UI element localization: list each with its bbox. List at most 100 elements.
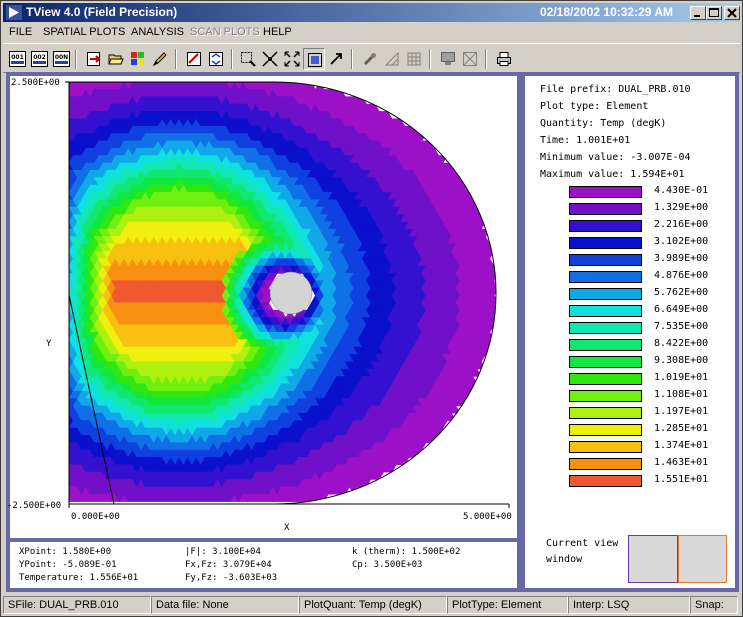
title-bar[interactable]: TView 4.0 (Field Precision) 02/18/2002 1… xyxy=(3,3,740,22)
legend-label: 1.108E+01 xyxy=(654,389,709,400)
zoom-fit-icon xyxy=(308,53,322,67)
probe-fy: Fy,Fz: -3.603E+03 xyxy=(185,573,278,583)
zoom-fit-button[interactable] xyxy=(303,48,325,70)
file-00n-button[interactable]: 00N xyxy=(50,48,72,70)
file-00n-icon: 00N xyxy=(53,51,70,67)
legend-label: 1.329E+00 xyxy=(654,202,709,213)
menu-file[interactable]: FILE xyxy=(9,26,32,38)
legend-swatch xyxy=(569,373,642,385)
legend-label: 7.535E+00 xyxy=(654,321,709,332)
file-002-button[interactable]: 002 xyxy=(28,48,50,70)
zoom-window-icon xyxy=(241,52,256,67)
legend-swatch xyxy=(569,424,642,436)
plot-line-icon xyxy=(187,52,201,66)
display-icon xyxy=(441,52,455,65)
probe-k-therm: k (therm): 1.500E+02 xyxy=(352,547,461,557)
status-plotquant: PlotQuant: Temp (degK) xyxy=(299,596,447,614)
legend-panel: File prefix: DUAL_PRB.010 Plot type: Ele… xyxy=(521,72,739,592)
legend-label: 6.649E+00 xyxy=(654,304,709,315)
plot-type-text: Plot type: Element xyxy=(540,101,649,112)
current-view-label: Current view window xyxy=(546,538,619,565)
file-001-icon: 001 xyxy=(9,51,26,67)
svg-text:001: 001 xyxy=(11,54,24,61)
y-max-label: 2.500E+00 xyxy=(11,78,60,88)
legend-label: 9.308E+00 xyxy=(654,355,709,366)
plot-refresh-icon xyxy=(209,52,223,66)
legend-label: 3.989E+00 xyxy=(654,253,709,264)
legend-swatch xyxy=(569,271,642,283)
file-002-icon: 002 xyxy=(31,51,48,67)
plot-canvas[interactable]: 2.500E+00 -2.500E+00 0.000E+00 5.000E+00… xyxy=(7,76,517,538)
legend-swatch xyxy=(569,390,642,402)
zoom-out-icon xyxy=(284,51,300,67)
open-folder-button[interactable] xyxy=(105,48,127,70)
legend-label: 5.762E+00 xyxy=(654,287,709,298)
legend-swatch xyxy=(569,458,642,470)
x-axis-label: X xyxy=(284,523,290,533)
status-plottype: PlotType: Element xyxy=(447,596,568,614)
menu-analysis[interactable]: ANALYSIS xyxy=(131,26,184,38)
app-window: TView 4.0 (Field Precision) 02/18/2002 1… xyxy=(0,0,743,617)
zoom-window-button[interactable] xyxy=(237,48,259,70)
legend-label: 3.102E+00 xyxy=(654,236,709,247)
legend-label: 2.216E+00 xyxy=(654,219,709,230)
pan-button[interactable] xyxy=(325,48,347,70)
max-value-text: Maximum value: 1.594E+01 xyxy=(540,169,685,180)
temperature-contour-plot[interactable] xyxy=(10,76,517,538)
printer-icon xyxy=(497,52,511,66)
maximize-button[interactable] xyxy=(706,6,722,20)
current-view-box[interactable] xyxy=(628,535,678,583)
export-button[interactable] xyxy=(83,48,105,70)
print-button[interactable] xyxy=(493,48,515,70)
x-min-label: 0.000E+00 xyxy=(71,512,120,522)
probe-field-magnitude: |F|: 3.100E+04 xyxy=(185,547,261,557)
display-button[interactable] xyxy=(437,48,459,70)
menu-help[interactable]: HELP xyxy=(263,26,292,38)
close-icon xyxy=(727,8,737,18)
plot-refresh-button[interactable] xyxy=(205,48,227,70)
clear-button[interactable] xyxy=(459,48,481,70)
plot-line-button[interactable] xyxy=(183,48,205,70)
full-view-box[interactable] xyxy=(678,535,727,583)
x-max-label: 5.000E+00 xyxy=(463,512,512,522)
maximize-icon xyxy=(709,8,719,17)
zoom-out-button[interactable] xyxy=(281,48,303,70)
file-prefix-text: File prefix: DUAL_PRB.010 xyxy=(540,84,691,95)
grid-button[interactable] xyxy=(403,48,425,70)
menu-spatial-plots[interactable]: SPATIAL PLOTS xyxy=(43,26,125,38)
legend-label: 4.876E+00 xyxy=(654,270,709,281)
minimize-button[interactable] xyxy=(690,6,706,20)
legend-swatch xyxy=(569,203,642,215)
status-interp: Interp: LSQ xyxy=(568,596,690,614)
window-datetime: 02/18/2002 10:32:29 AM xyxy=(540,5,673,19)
probe-ypoint: YPoint: -5.089E-01 xyxy=(19,560,117,570)
legend-label: 1.019E+01 xyxy=(654,372,709,383)
probe-button[interactable] xyxy=(359,48,381,70)
palette-button[interactable] xyxy=(127,48,149,70)
status-sfile: SFile: DUAL_PRB.010 xyxy=(3,596,151,614)
legend-swatch xyxy=(569,237,642,249)
legend-label: 8.422E+00 xyxy=(654,338,709,349)
legend-label: 1.285E+01 xyxy=(654,423,709,434)
y-min-label: -2.500E+00 xyxy=(7,501,62,511)
menu-bar: FILE SPATIAL PLOTS ANALYSIS SCAN PLOTS H… xyxy=(3,23,740,42)
legend-swatch xyxy=(569,356,642,368)
probe-icon xyxy=(363,53,376,66)
menu-scan-plots[interactable]: SCAN PLOTS xyxy=(190,26,260,38)
pan-icon xyxy=(330,53,342,65)
clear-icon xyxy=(463,52,477,66)
open-folder-icon xyxy=(108,54,124,65)
legend-swatch xyxy=(569,305,642,317)
triangle-mesh-button[interactable] xyxy=(381,48,403,70)
pencil-button[interactable] xyxy=(149,48,171,70)
palette-icon xyxy=(131,52,144,65)
legend-swatch xyxy=(569,254,642,266)
legend-label: 1.463E+01 xyxy=(654,457,709,468)
file-001-button[interactable]: 001 xyxy=(6,48,28,70)
close-button[interactable] xyxy=(724,6,740,20)
legend-swatch xyxy=(569,407,642,419)
zoom-in-button[interactable] xyxy=(259,48,281,70)
legend-label: 4.430E-01 xyxy=(654,185,709,196)
pencil-icon xyxy=(152,52,167,67)
quantity-text: Quantity: Temp (degK) xyxy=(540,118,667,129)
